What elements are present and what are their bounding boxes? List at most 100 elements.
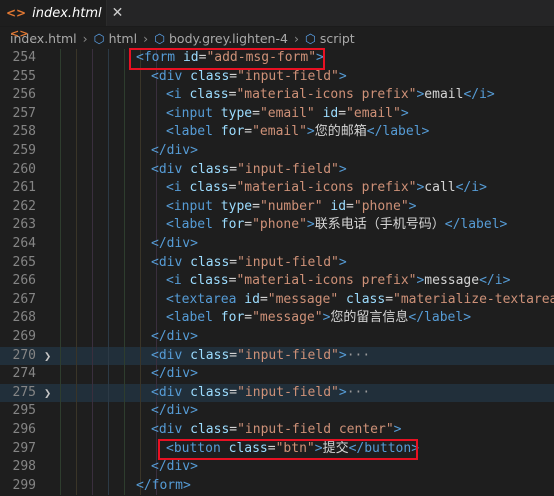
indent-guide bbox=[140, 421, 141, 440]
indent-guide bbox=[92, 328, 93, 347]
indent-guide bbox=[124, 216, 125, 235]
indent-guide bbox=[124, 142, 125, 161]
indent-guide bbox=[140, 235, 141, 254]
cube-icon: ⬡ bbox=[154, 30, 165, 46]
line-number: 256 bbox=[12, 87, 36, 103]
tab-index-html[interactable]: <> index.html ✕ bbox=[0, 0, 123, 26]
code-line[interactable]: 275 ❯ <div class="input-field">··· bbox=[0, 383, 554, 403]
indent-guide bbox=[60, 365, 61, 384]
fold-chevron-icon[interactable]: ❯ bbox=[44, 384, 51, 403]
line-number: 267 bbox=[12, 291, 36, 307]
code-line[interactable]: 295 </div> bbox=[0, 402, 554, 421]
code-line[interactable]: 299 </form> bbox=[0, 476, 554, 496]
code-line[interactable]: 258 <label for="email">您的邮箱</label> bbox=[0, 123, 554, 142]
breadcrumb-item-html[interactable]: html bbox=[109, 31, 137, 46]
code-line[interactable]: 264 </div> bbox=[0, 235, 554, 254]
indent-guide bbox=[140, 160, 141, 180]
indent-guide bbox=[108, 142, 109, 161]
indent-guide bbox=[60, 309, 61, 328]
indent-guide bbox=[140, 142, 141, 161]
code-line[interactable]: 266 <i class="material-icons prefix">mess… bbox=[0, 272, 554, 291]
indent-guide bbox=[156, 86, 157, 105]
indent-guide bbox=[124, 179, 125, 198]
code-line[interactable]: 261 <i class="material-icons prefix">call… bbox=[0, 179, 554, 198]
indent-guide bbox=[92, 160, 93, 180]
close-icon[interactable]: ✕ bbox=[112, 5, 124, 21]
code-line[interactable]: 256 <i class="material-icons prefix">emai… bbox=[0, 86, 554, 105]
indent-guide bbox=[76, 476, 77, 496]
line-number: 274 bbox=[12, 366, 36, 382]
code-text: <textarea id="message" class="materializ… bbox=[166, 291, 554, 307]
indent-guide bbox=[108, 383, 109, 403]
indent-guide bbox=[140, 402, 141, 421]
code-line[interactable]: 262 <input type="number" id="phone"> bbox=[0, 197, 554, 217]
indent-guide bbox=[76, 365, 77, 384]
indent-guide bbox=[124, 402, 125, 421]
code-text: <i class="material-icons prefix">email</… bbox=[166, 87, 495, 103]
line-number: 298 bbox=[12, 459, 36, 475]
code-text: <i class="material-icons prefix">message… bbox=[166, 273, 511, 289]
indent-guide bbox=[124, 235, 125, 254]
breadcrumb-item-body[interactable]: body.grey.lighten-4 bbox=[169, 31, 288, 46]
code-line[interactable]: 259 </div> bbox=[0, 142, 554, 161]
indent-guide bbox=[108, 67, 109, 87]
indent-guide bbox=[76, 290, 77, 310]
code-text: <div class="input-field">··· bbox=[151, 347, 371, 363]
line-number: 257 bbox=[12, 105, 36, 121]
indent-guide bbox=[156, 197, 157, 217]
indent-guide bbox=[60, 49, 61, 68]
indent-guide bbox=[60, 86, 61, 105]
indent-guide bbox=[156, 272, 157, 291]
line-number: 264 bbox=[12, 236, 36, 251]
line-number: 258 bbox=[12, 124, 36, 140]
indent-guide bbox=[140, 458, 141, 477]
line-number: 262 bbox=[12, 198, 36, 214]
indent-guide bbox=[76, 253, 77, 273]
indent-guide bbox=[124, 197, 125, 217]
indent-guide bbox=[140, 67, 141, 87]
indent-guide bbox=[140, 346, 141, 366]
indent-guide bbox=[60, 346, 61, 366]
code-line[interactable]: 274 </div> bbox=[0, 365, 554, 384]
code-line[interactable]: 257 <input type="email" id="email"> bbox=[0, 104, 554, 124]
chevron-right-icon: › bbox=[293, 30, 299, 46]
indent-guide bbox=[124, 439, 125, 459]
breadcrumb-item-script[interactable]: script bbox=[320, 31, 355, 46]
line-number: 259 bbox=[12, 143, 36, 158]
code-text: <label for="email">您的邮箱</label> bbox=[166, 124, 430, 140]
code-text: </div> bbox=[151, 366, 198, 382]
indent-guide bbox=[124, 86, 125, 105]
indent-guide bbox=[156, 123, 157, 142]
code-line[interactable]: 298 </div> bbox=[0, 458, 554, 477]
indent-guide bbox=[140, 290, 141, 310]
indent-guide bbox=[108, 365, 109, 384]
indent-guide bbox=[92, 123, 93, 142]
line-number: 296 bbox=[12, 422, 36, 437]
indent-guide bbox=[156, 290, 157, 310]
code-text: <label for="phone">联系电话（手机号码）</label> bbox=[166, 217, 508, 233]
indent-guide bbox=[108, 197, 109, 217]
code-line[interactable]: 260 <div class="input-field"> bbox=[0, 160, 554, 180]
indent-guide bbox=[76, 402, 77, 421]
code-editor[interactable]: 254 <form id="add-msg-form"> 255 <div class… bbox=[0, 48, 554, 496]
indent-guide bbox=[124, 476, 125, 496]
line-number: 268 bbox=[12, 310, 36, 326]
code-text: <div class="input-field"> bbox=[151, 161, 347, 177]
indent-guide bbox=[124, 328, 125, 347]
indent-guide bbox=[124, 421, 125, 440]
indent-guide bbox=[108, 309, 109, 328]
code-line[interactable]: 267 <textarea id="message" class="materia… bbox=[0, 290, 554, 310]
code-line[interactable]: 265 <div class="input-field"> bbox=[0, 253, 554, 273]
code-line[interactable]: 296 <div class="input-field center"> bbox=[0, 421, 554, 440]
indent-guide bbox=[108, 160, 109, 180]
code-text: </div> bbox=[151, 403, 198, 419]
code-text: </form> bbox=[136, 477, 191, 493]
code-line[interactable]: 268 <label for="message">您的留言信息</label> bbox=[0, 309, 554, 328]
cube-icon: ⬡ bbox=[304, 30, 316, 46]
code-line[interactable]: 255 <div class="input-field"> bbox=[0, 67, 554, 87]
code-line[interactable]: 269 </div> bbox=[0, 328, 554, 347]
code-line[interactable]: 263 <label for="phone">联系电话（手机号码）</label> bbox=[0, 216, 554, 235]
indent-guide bbox=[76, 197, 77, 217]
code-line[interactable]: 270 ❯ <div class="input-field">··· bbox=[0, 346, 554, 366]
fold-chevron-icon[interactable]: ❯ bbox=[44, 347, 51, 366]
